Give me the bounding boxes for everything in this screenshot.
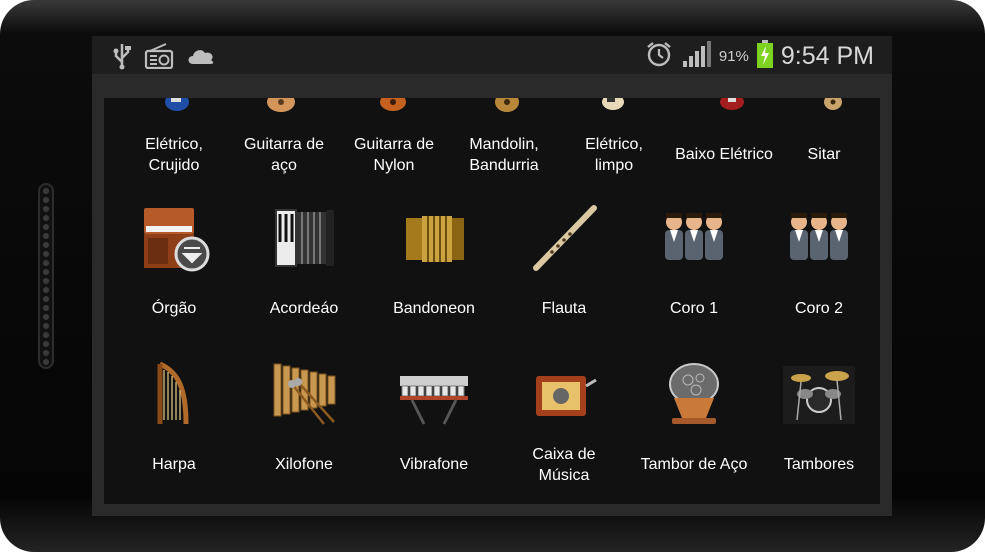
sitar-icon: [824, 98, 842, 110]
music-box-icon: [536, 376, 597, 416]
instrument-steel-guitar[interactable]: Guitarra de aço: [224, 98, 344, 176]
drum-kit-icon: [783, 366, 855, 424]
cloud-icon: [186, 46, 216, 71]
status-bar: 91% 9:54 PM: [92, 36, 892, 74]
instrument-label: Vibrafone: [399, 456, 469, 473]
instrument-label: Guitarra de aço: [243, 136, 325, 174]
instrument-bandoneon[interactable]: Bandoneon: [369, 202, 499, 319]
instrument-label: Flauta: [541, 300, 587, 317]
instrument-flute[interactable]: Flauta: [499, 202, 629, 319]
instrument-label: Elétrico, Crujido: [145, 136, 203, 174]
instrument-label: Xilofone: [275, 456, 333, 473]
electric-guitar-icon: [165, 98, 189, 111]
instrument-choir-1[interactable]: Coro 1: [629, 202, 759, 319]
instrument-drums[interactable]: Tambores: [759, 358, 879, 475]
battery-charging-icon: [756, 40, 773, 73]
instrument-steel-drum[interactable]: Tambor de Aço: [629, 358, 759, 475]
instrument-sitar[interactable]: Sitar: [774, 98, 874, 165]
mandolin-icon: [495, 98, 519, 112]
instrument-electric-crunch[interactable]: Elétrico, Crujido: [114, 98, 234, 176]
steel-drum-icon: [669, 363, 719, 424]
instrument-accordion[interactable]: Acordeáo: [239, 202, 369, 319]
instrument-nylon-guitar[interactable]: Guitarra de Nylon: [334, 98, 454, 176]
acoustic-guitar-icon: [267, 98, 295, 112]
instrument-label: Caixa de Música: [532, 446, 596, 484]
screen: 91% 9:54 PM Elétrico, Crujido Guitarra d…: [92, 36, 892, 516]
instrument-music-box[interactable]: Caixa de Música: [499, 358, 629, 486]
choir-icon: [665, 213, 723, 260]
choir-icon: [790, 213, 848, 260]
instrument-label: Coro 2: [794, 300, 844, 317]
instrument-label: Tambor de Aço: [640, 456, 748, 473]
usb-icon: [112, 42, 132, 75]
instrument-label: Mandolin, Bandurria: [469, 136, 539, 174]
instrument-organ[interactable]: Órgão: [109, 202, 239, 319]
phone-frame: 91% 9:54 PM Elétrico, Crujido Guitarra d…: [0, 0, 985, 552]
instrument-electric-bass[interactable]: Baixo Elétrico: [654, 98, 794, 165]
classical-guitar-icon: [380, 98, 406, 111]
speaker-grille: [38, 183, 54, 369]
instrument-label: Harpa: [152, 456, 196, 473]
signal-icon: [681, 41, 711, 72]
instrument-label: Baixo Elétrico: [675, 146, 773, 163]
instrument-mandolin[interactable]: Mandolin, Bandurria: [444, 98, 564, 176]
harp-icon: [157, 361, 189, 425]
alarm-icon: [645, 40, 673, 73]
instrument-label: Acordeáo: [269, 300, 339, 317]
instrument-grid[interactable]: Elétrico, Crujido Guitarra de aço Guitar…: [104, 98, 880, 504]
instrument-vibraphone[interactable]: Vibrafone: [369, 358, 499, 475]
bandoneon-icon: [406, 216, 464, 262]
instrument-label: Guitarra de Nylon: [353, 136, 435, 174]
radio-icon: [144, 43, 174, 74]
electric-guitar-clean-icon: [602, 98, 624, 110]
accordion-icon: [275, 209, 334, 267]
organ-icon: [144, 208, 210, 272]
battery-percent: 91%: [718, 48, 749, 65]
bass-guitar-icon: [720, 98, 744, 110]
instrument-label: Órgão: [151, 300, 197, 317]
instrument-xylophone[interactable]: Xilofone: [239, 358, 369, 475]
xylophone-icon: [273, 363, 336, 425]
instrument-label: Sitar: [807, 146, 841, 163]
instrument-label: Coro 1: [669, 300, 719, 317]
instrument-label: Tambores: [783, 456, 855, 473]
instrument-choir-2[interactable]: Coro 2: [759, 202, 879, 319]
flute-icon: [533, 205, 597, 271]
clock: 9:54 PM: [780, 42, 874, 70]
instrument-label: Bandoneon: [393, 300, 475, 317]
instrument-harp[interactable]: Harpa: [109, 358, 239, 475]
vibraphone-icon: [400, 376, 468, 425]
